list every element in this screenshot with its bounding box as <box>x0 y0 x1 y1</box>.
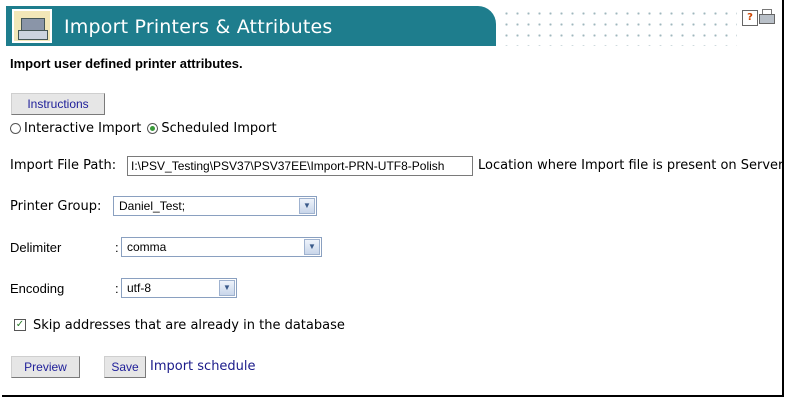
printer-import-icon <box>12 9 52 43</box>
scheduled-import-radio[interactable] <box>147 122 159 134</box>
import-file-path-hint: Location where Import file is present on… <box>478 158 784 173</box>
page-title: Import Printers & Attributes <box>64 16 333 38</box>
interactive-import-option[interactable]: Interactive Import <box>10 121 141 136</box>
chevron-down-icon[interactable]: ▼ <box>219 280 235 296</box>
import-mode-group: Interactive Import Scheduled Import <box>10 119 283 137</box>
delimiter-label: Delimiter <box>10 240 62 255</box>
save-button[interactable]: Save <box>104 356 146 378</box>
page-subtitle: Import user defined printer attributes. <box>10 56 243 71</box>
preview-button[interactable]: Preview <box>11 356 80 378</box>
chevron-down-icon[interactable]: ▼ <box>299 198 315 214</box>
encoding-value: utf-8 <box>127 281 152 295</box>
encoding-separator: : <box>115 281 119 296</box>
skip-addresses-label: Skip addresses that are already in the d… <box>33 318 345 333</box>
scheduled-import-option[interactable]: Scheduled Import <box>147 120 277 136</box>
print-icon[interactable] <box>758 8 775 24</box>
help-icon[interactable]: ? <box>742 10 758 26</box>
instructions-button[interactable]: Instructions <box>11 93 105 115</box>
printer-group-select[interactable]: Daniel_Test; ▼ <box>113 196 317 216</box>
chevron-down-icon[interactable]: ▼ <box>304 239 320 255</box>
encoding-label: Encoding <box>10 281 65 296</box>
import-schedule-link[interactable]: Import schedule <box>150 359 256 374</box>
delimiter-value: comma <box>127 240 167 254</box>
delimiter-separator: : <box>115 240 119 255</box>
page-header: Import Printers & Attributes <box>6 6 496 46</box>
header-dot-pattern <box>497 6 737 46</box>
scheduled-import-label: Scheduled Import <box>161 120 277 136</box>
printer-group-value: Daniel_Test; <box>119 199 186 213</box>
import-file-path-input[interactable]: I:\PSV_Testing\PSV37\PSV37EE\Import-PRN-… <box>127 156 473 176</box>
printer-group-label: Printer Group: <box>10 199 102 214</box>
delimiter-select[interactable]: comma ▼ <box>121 237 322 257</box>
interactive-import-label: Interactive Import <box>24 120 142 136</box>
import-file-path-label: Import File Path: <box>10 158 117 173</box>
skip-addresses-checkbox[interactable]: ✓ <box>14 319 26 331</box>
encoding-select[interactable]: utf-8 ▼ <box>121 278 237 298</box>
interactive-import-radio[interactable] <box>10 122 21 134</box>
